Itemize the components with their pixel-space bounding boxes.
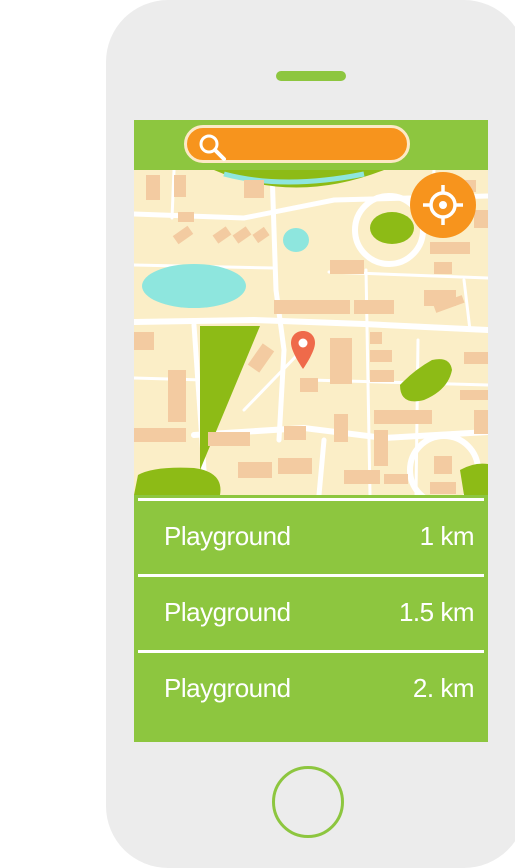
list-item[interactable]: Playground 1.5 km — [138, 574, 484, 650]
crosshair-icon — [423, 185, 463, 225]
place-name: Playground — [164, 673, 291, 703]
place-name: Playground — [164, 597, 291, 627]
list-item[interactable]: Playground 1 km — [138, 498, 484, 574]
search-bar[interactable] — [184, 125, 410, 163]
home-button[interactable] — [272, 766, 344, 838]
list-item[interactable]: Playground 2. km — [138, 650, 484, 726]
location-pin-icon[interactable] — [291, 331, 315, 369]
places-list: Playground 1 km Playground 1.5 km Playgr… — [134, 495, 488, 742]
app-screen: Playground 1 km Playground 1.5 km Playgr… — [134, 120, 488, 742]
search-input[interactable] — [231, 128, 393, 162]
speaker-grille — [276, 71, 346, 81]
place-distance: 1.5 km — [398, 597, 475, 627]
place-name: Playground — [164, 521, 291, 551]
search-icon[interactable] — [197, 132, 227, 162]
search-header — [134, 120, 488, 170]
locate-me-button[interactable] — [410, 172, 476, 238]
place-distance: 1 km — [419, 521, 475, 551]
place-distance: 2. km — [412, 673, 475, 703]
